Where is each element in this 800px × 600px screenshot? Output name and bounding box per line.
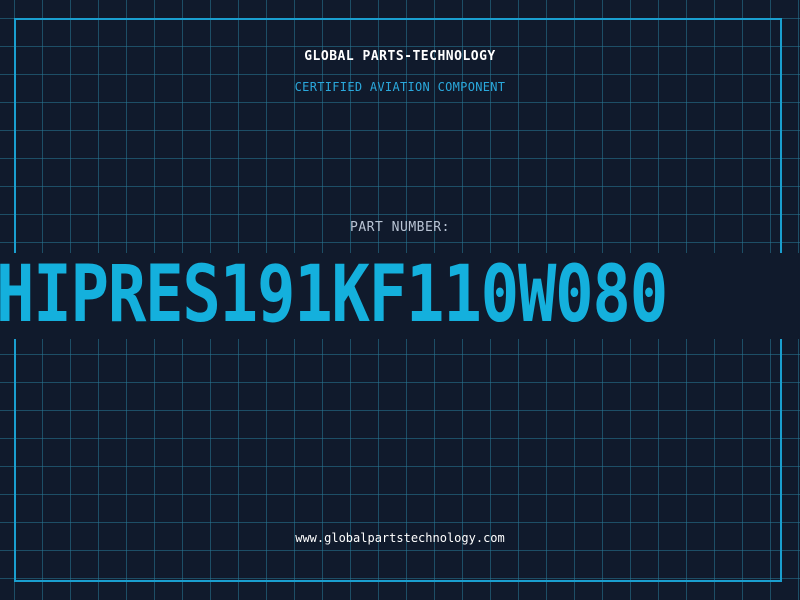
certification-subtitle: CERTIFIED AVIATION COMPONENT (294, 80, 506, 94)
company-name: GLOBAL PARTS-TECHNOLOGY (304, 49, 496, 64)
part-number-value: HIPRES191KF110W080 (0, 250, 668, 340)
website-url: www.globalpartstechnology.com (295, 531, 505, 545)
part-number-label: PART NUMBER: (350, 220, 450, 235)
certificate-page: GLOBAL PARTS-TECHNOLOGY CERTIFIED AVIATI… (0, 0, 800, 600)
